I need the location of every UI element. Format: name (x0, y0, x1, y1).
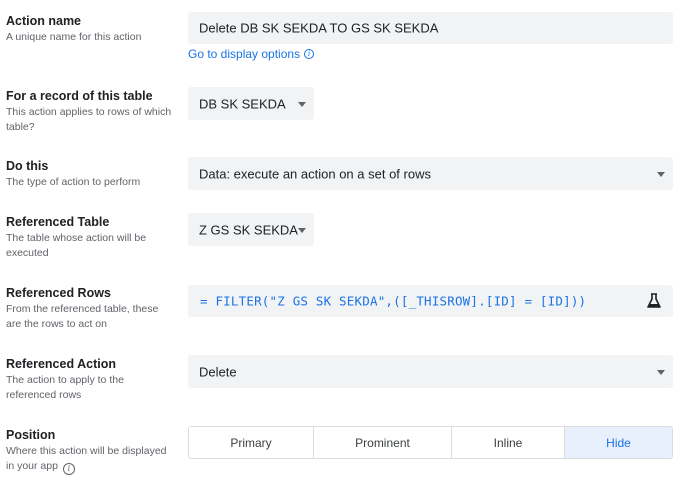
position-option-primary[interactable]: Primary (189, 427, 314, 458)
referenced-table-title: Referenced Table (6, 215, 110, 229)
referenced-rows-formula-field[interactable]: = FILTER("Z GS SK SEKDA",([_THISROW].[ID… (188, 285, 673, 317)
referenced-rows-desc: From the referenced table, these are the… (6, 303, 159, 330)
do-this-label-group: Do this The type of action to perform (6, 158, 176, 190)
referenced-rows-formula: = FILTER("Z GS SK SEKDA",([_THISROW].[ID… (200, 293, 587, 309)
chevron-down-icon (298, 101, 306, 107)
display-options-link[interactable]: Go to display options i (188, 47, 315, 61)
action-name-value: Delete DB SK SEKDA TO GS SK SEKDA (199, 20, 439, 36)
position-desc-text: Where this action will be displayed in y… (6, 445, 167, 472)
referenced-action-select[interactable]: Delete (188, 355, 673, 388)
referenced-table-value: Z GS SK SEKDA (199, 222, 298, 237)
for-record-select[interactable]: DB SK SEKDA (188, 87, 314, 120)
referenced-action-label-group: Referenced Action The action to apply to… (6, 356, 176, 403)
for-record-desc: This action applies to rows of which tab… (6, 106, 172, 133)
flask-icon[interactable] (647, 293, 661, 309)
action-name-input[interactable]: Delete DB SK SEKDA TO GS SK SEKDA (188, 12, 673, 44)
referenced-action-title: Referenced Action (6, 357, 116, 371)
info-icon[interactable]: i (62, 463, 75, 475)
referenced-table-select[interactable]: Z GS SK SEKDA (188, 213, 314, 246)
referenced-action-desc: The action to apply to the referenced ro… (6, 374, 124, 401)
position-option-hide[interactable]: Hide (565, 427, 672, 458)
position-title: Position (6, 428, 56, 442)
referenced-table-desc: The table whose action will be executed (6, 232, 147, 259)
position-option-inline[interactable]: Inline (452, 427, 565, 458)
do-this-select[interactable]: Data: execute an action on a set of rows (188, 157, 673, 190)
for-record-value: DB SK SEKDA (199, 96, 286, 111)
action-name-desc: A unique name for this action (6, 31, 142, 43)
do-this-desc: The type of action to perform (6, 176, 141, 188)
referenced-action-value: Delete (199, 364, 237, 379)
position-segmented-control: Primary Prominent Inline Hide (188, 426, 673, 459)
referenced-rows-label-group: Referenced Rows From the referenced tabl… (6, 285, 176, 332)
action-name-title: Action name (6, 14, 82, 28)
info-icon: i (304, 49, 315, 59)
do-this-title: Do this (6, 159, 49, 173)
position-label-group: Position Where this action will be displ… (6, 427, 176, 475)
for-record-label-group: For a record of this table This action a… (6, 88, 176, 135)
for-record-title: For a record of this table (6, 89, 153, 103)
display-options-label: Go to display options (188, 47, 301, 61)
referenced-rows-title: Referenced Rows (6, 286, 111, 300)
action-name-label-group: Action name A unique name for this actio… (6, 13, 176, 45)
chevron-down-icon (657, 171, 665, 177)
position-desc: Where this action will be displayed in y… (6, 444, 176, 475)
do-this-value: Data: execute an action on a set of rows (199, 166, 431, 181)
chevron-down-icon (298, 227, 306, 233)
referenced-table-label-group: Referenced Table The table whose action … (6, 214, 176, 261)
chevron-down-icon (657, 369, 665, 375)
position-option-prominent[interactable]: Prominent (314, 427, 452, 458)
